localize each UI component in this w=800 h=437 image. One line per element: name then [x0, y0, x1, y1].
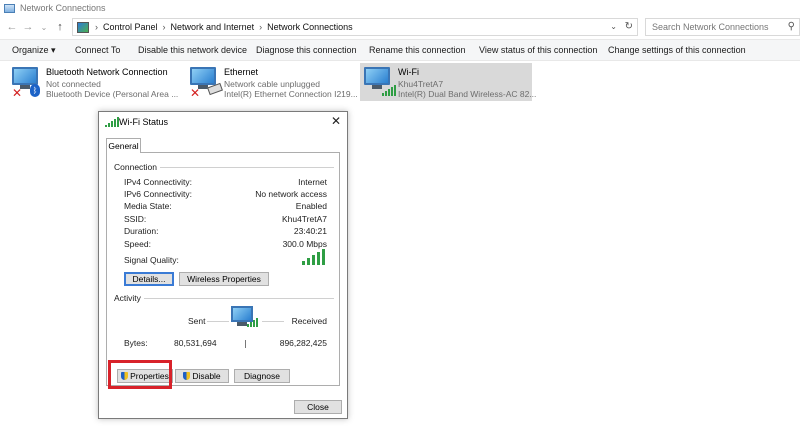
view-status-button[interactable]: View status of this connection — [479, 45, 597, 55]
dialog-title: Wi-Fi Status — [119, 117, 169, 127]
search-placeholder: Search Network Connections — [652, 22, 769, 32]
network-connections-app-icon — [4, 3, 15, 13]
change-settings-button[interactable]: Change settings of this connection — [608, 45, 746, 55]
tab-general[interactable]: General — [106, 138, 141, 153]
duration-label: Duration: — [124, 226, 159, 236]
address-row: ← → ⌄ ↑ › Control Panel › Network and In… — [0, 16, 800, 38]
connection-status: Not connected — [46, 79, 101, 89]
dialog-title-bar[interactable]: Wi-Fi Status ✕ — [99, 112, 347, 132]
speed-label: Speed: — [124, 239, 151, 249]
wifi-signal-icon — [247, 318, 258, 327]
bytes-received-value: 896,282,425 — [279, 338, 327, 348]
disable-button[interactable]: Disable — [175, 369, 229, 383]
disconnected-x-icon: ✕ — [190, 86, 201, 100]
connection-name: Bluetooth Network Connection — [46, 67, 168, 77]
window-title-bar: Network Connections — [0, 0, 800, 16]
address-bar[interactable]: › Control Panel › Network and Internet ›… — [72, 18, 638, 36]
connection-device: Intel(R) Dual Band Wireless-AC 82... — [398, 89, 537, 99]
admin-shield-icon — [183, 372, 191, 380]
duration-value: 23:40:21 — [293, 226, 327, 236]
connection-status: Khu4TretA7 — [398, 79, 444, 89]
signal-quality-bars-icon — [302, 249, 325, 265]
signal-quality-label: Signal Quality: — [124, 255, 179, 265]
wireless-properties-button[interactable]: Wireless Properties — [179, 272, 269, 286]
rename-connection-button[interactable]: Rename this connection — [369, 45, 466, 55]
bluetooth-icon: ᛒ — [30, 84, 40, 97]
connect-to-button[interactable]: Connect To — [75, 45, 120, 55]
connection-item-ethernet[interactable]: ✕ Ethernet Network cable unplugged Intel… — [186, 63, 358, 101]
close-button[interactable]: Close — [294, 400, 342, 414]
received-label: Received — [291, 316, 327, 326]
bytes-sent-value: 80,531,694 — [174, 338, 217, 348]
details-button[interactable]: Details... — [124, 272, 174, 286]
connection-name: Wi-Fi — [398, 67, 419, 77]
window-title: Network Connections — [20, 3, 106, 13]
search-icon[interactable]: ⚲ — [788, 21, 795, 32]
network-adapter-icon: ✕ — [190, 67, 223, 99]
connection-item-wifi[interactable]: Wi-Fi Khu4TretA7 Intel(R) Dual Band Wire… — [360, 63, 536, 101]
refresh-icon[interactable]: ↻ — [625, 21, 633, 32]
control-panel-icon — [77, 21, 89, 33]
ssid-value: Khu4TretA7 — [281, 214, 327, 224]
activity-computer-icon — [231, 306, 258, 330]
ssid-label: SSID: — [124, 214, 147, 224]
network-adapter-icon — [364, 67, 396, 96]
wifi-signal-icon — [105, 117, 119, 127]
breadcrumb-separator: › — [95, 22, 98, 32]
diagnose-connection-button[interactable]: Diagnose this connection — [256, 45, 357, 55]
forward-arrow-icon[interactable]: → — [20, 21, 36, 33]
close-icon[interactable]: ✕ — [331, 114, 341, 128]
connection-status: Network cable unplugged — [224, 79, 320, 89]
up-arrow-icon[interactable]: ↑ — [52, 21, 68, 33]
general-tab-panel: Connection IPv4 Connectivity: Internet I… — [106, 152, 340, 386]
received-line — [262, 321, 284, 322]
wifi-signal-icon — [382, 85, 396, 96]
activity-group-label: Activity — [114, 293, 144, 303]
connection-item-bluetooth[interactable]: ✕ ᛒ Bluetooth Network Connection Not con… — [8, 63, 184, 101]
diagnose-button[interactable]: Diagnose — [234, 369, 290, 383]
disable-button-label: Disable — [192, 371, 221, 381]
disable-device-button[interactable]: Disable this network device — [138, 45, 247, 55]
sent-label: Sent — [188, 316, 206, 326]
connection-device: Intel(R) Ethernet Connection I219... — [224, 89, 358, 99]
breadcrumb-control-panel[interactable]: Control Panel — [103, 22, 158, 32]
network-adapter-icon: ✕ ᛒ — [12, 67, 40, 99]
disconnected-x-icon: ✕ — [12, 86, 23, 100]
address-dropdown-chevron-icon[interactable]: ⌄ — [610, 22, 617, 31]
media-state-value: Enabled — [295, 201, 327, 211]
back-arrow-icon[interactable]: ← — [4, 21, 20, 33]
organize-button[interactable]: Organize ▾ — [12, 45, 56, 56]
ipv4-connectivity-label: IPv4 Connectivity: — [124, 177, 193, 187]
speed-value: 300.0 Mbps — [282, 239, 327, 249]
search-input[interactable]: Search Network Connections ⚲ — [645, 18, 800, 36]
bytes-separator — [245, 340, 246, 348]
bytes-label: Bytes: — [124, 338, 148, 348]
connection-device: Bluetooth Device (Personal Area ... — [46, 89, 179, 99]
ipv6-connectivity-value: No network access — [255, 189, 327, 199]
breadcrumb-network-and-internet[interactable]: Network and Internet — [171, 22, 255, 32]
properties-highlight-box — [108, 360, 172, 389]
connection-name: Ethernet — [224, 67, 259, 77]
activity-group-divider — [114, 298, 334, 299]
media-state-label: Media State: — [124, 201, 172, 211]
ipv6-connectivity-label: IPv6 Connectivity: — [124, 189, 193, 199]
recent-locations-chevron-icon[interactable]: ⌄ — [36, 23, 52, 32]
sent-line — [207, 321, 229, 322]
breadcrumb-network-connections[interactable]: Network Connections — [267, 22, 353, 32]
ipv4-connectivity-value: Internet — [298, 177, 327, 187]
connection-group-label: Connection — [114, 162, 161, 172]
breadcrumb-separator: › — [162, 22, 166, 32]
breadcrumb-separator: › — [259, 22, 263, 32]
command-bar: Organize ▾ Connect To Disable this netwo… — [0, 39, 800, 61]
